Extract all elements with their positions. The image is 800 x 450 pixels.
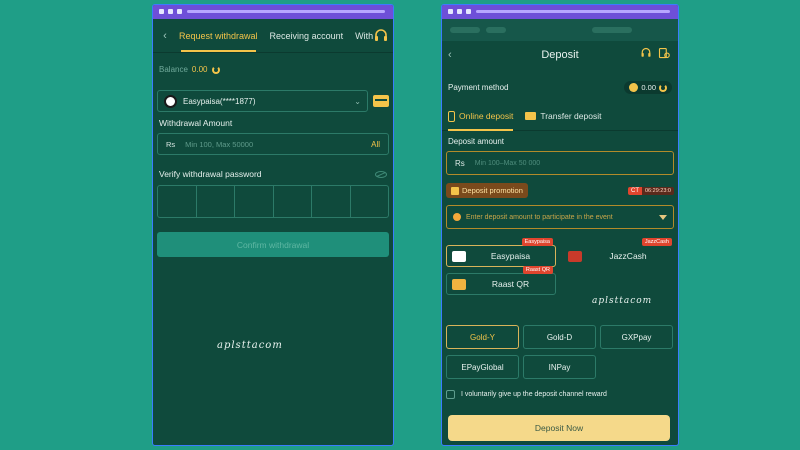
- pin-cell[interactable]: [312, 186, 351, 217]
- info-icon: [453, 213, 461, 221]
- tab-request-withdrawal[interactable]: Request withdrawal: [173, 19, 264, 52]
- watermark-text: aplsttacom: [217, 340, 283, 351]
- withdrawal-tabs: ‹ Request withdrawal Receiving account W…: [153, 19, 393, 53]
- withdrawal-screen: ‹ Request withdrawal Receiving account W…: [152, 4, 394, 446]
- raast-logo-icon: [452, 278, 466, 290]
- gateway-epayglobal[interactable]: EPayGlobal: [446, 355, 519, 379]
- channel-raast-qr[interactable]: Raast QR Raast QR: [446, 266, 556, 295]
- coin-icon: [629, 83, 639, 92]
- chevron-down-icon: ⌄: [354, 96, 361, 106]
- deposit-tabs: Online deposit Transfer deposit: [442, 94, 678, 131]
- channel-easypaisa[interactable]: Easypaisa Easypaisa: [446, 238, 556, 267]
- headset-icon[interactable]: [640, 47, 652, 59]
- back-arrow-icon[interactable]: ‹: [157, 30, 173, 42]
- easypaisa-logo-icon: [164, 94, 177, 108]
- balance-label: Balance: [159, 65, 188, 74]
- gateway-gxppay[interactable]: GXPpay: [600, 325, 673, 349]
- channel-name: Easypaisa: [490, 251, 531, 261]
- timer-ct: CT: [628, 186, 642, 195]
- gateway-inpay[interactable]: INPay: [523, 355, 596, 379]
- tab-receiving-account[interactable]: Receiving account: [264, 19, 350, 52]
- promotion-label: Deposit promotion: [462, 186, 523, 195]
- easypaisa-logo-icon: [452, 250, 466, 262]
- receiving-account-select[interactable]: Easypaisa(****1877) ⌄: [157, 90, 368, 112]
- page-title: Deposit: [541, 49, 579, 61]
- watermark-text: aplsttacom: [592, 296, 653, 306]
- all-button[interactable]: All: [371, 140, 380, 149]
- browser-bar: [442, 5, 678, 19]
- pin-cell[interactable]: [197, 186, 235, 217]
- promotion-placeholder: Enter deposit amount to participate in t…: [466, 213, 613, 221]
- currency-label: Rs: [166, 139, 176, 149]
- channel-tag: Easypaisa: [521, 238, 553, 246]
- amount-placeholder: Min 100–Max 50 000: [474, 159, 541, 167]
- eye-hidden-icon[interactable]: [375, 170, 387, 178]
- payment-method-label: Payment method: [448, 83, 509, 92]
- channel-tag: Raast QR: [522, 266, 553, 274]
- channel-jazzcash[interactable]: JazzCash JazzCash: [562, 238, 675, 267]
- caret-down-icon: [659, 214, 667, 220]
- history-icon[interactable]: [658, 47, 670, 59]
- pin-cell[interactable]: [235, 186, 274, 217]
- balance-value: 0.00: [191, 65, 208, 74]
- deposit-amount-label: Deposit amount: [448, 137, 505, 146]
- pin-cell[interactable]: [274, 186, 312, 217]
- jazzcash-logo-icon: [568, 250, 582, 262]
- deposit-header: ‹ Deposit: [442, 41, 678, 69]
- withdrawal-amount-label: Withdrawal Amount: [159, 118, 233, 128]
- reward-checkbox[interactable]: [446, 390, 455, 399]
- refresh-icon[interactable]: [659, 83, 667, 92]
- reward-option[interactable]: I voluntarily give up the deposit channe…: [446, 390, 607, 399]
- deposit-amount-input[interactable]: Rs Min 100–Max 50 000: [446, 151, 674, 175]
- promotion-timer: CT 06:29:23:0: [628, 186, 674, 195]
- reward-checkbox-label: I voluntarily give up the deposit channe…: [461, 391, 607, 398]
- card-manage-icon[interactable]: [373, 95, 389, 107]
- promotion-select[interactable]: Enter deposit amount to participate in t…: [446, 205, 674, 229]
- deposit-screen: ‹ Deposit Payment method 0.00 Online dep…: [441, 4, 679, 446]
- tab-transfer-deposit[interactable]: Transfer deposit: [525, 106, 601, 126]
- channel-tag: JazzCash: [641, 238, 672, 246]
- tab-online-deposit-label: Online deposit: [459, 111, 514, 121]
- gift-icon: [451, 186, 459, 195]
- card-icon: [525, 112, 537, 120]
- browser-bar: [153, 5, 393, 19]
- deposit-promotion-badge: Deposit promotion: [446, 183, 528, 198]
- verify-password-label: Verify withdrawal password: [159, 169, 262, 179]
- channel-name: Raast QR: [491, 279, 530, 289]
- pin-cell[interactable]: [351, 186, 389, 217]
- currency-label: Rs: [455, 158, 465, 168]
- balance-value: 0.00: [641, 83, 656, 92]
- gateway-gold-d[interactable]: Gold-D: [523, 325, 596, 349]
- headset-icon[interactable]: [373, 28, 389, 44]
- tab-online-deposit[interactable]: Online deposit: [448, 106, 514, 131]
- amount-placeholder: Min 100, Max 50000: [185, 139, 254, 149]
- confirm-withdrawal-button[interactable]: Confirm withdrawal: [157, 232, 389, 257]
- phone-icon: [448, 110, 455, 122]
- tab-transfer-deposit-label: Transfer deposit: [540, 111, 602, 121]
- refresh-icon[interactable]: [211, 65, 220, 74]
- password-pin-input[interactable]: [157, 185, 389, 218]
- payment-channels: Easypaisa Easypaisa JazzCash JazzCash Ra…: [446, 238, 675, 299]
- balance-pill: 0.00: [624, 81, 672, 94]
- balance-row: Balance 0.00: [153, 53, 393, 74]
- deposit-now-button[interactable]: Deposit Now: [448, 415, 670, 441]
- pin-cell[interactable]: [158, 186, 197, 217]
- channel-name: JazzCash: [609, 251, 647, 261]
- withdrawal-amount-input[interactable]: Rs Min 100, Max 50000 All: [157, 133, 389, 155]
- timer-value: 06:29:23:0: [642, 186, 674, 195]
- back-arrow-icon[interactable]: ‹: [448, 49, 452, 61]
- gateway-gold-y[interactable]: Gold-Y: [446, 325, 519, 349]
- account-select-value: Easypaisa(****1877): [183, 96, 256, 106]
- blurred-banner: [442, 19, 678, 41]
